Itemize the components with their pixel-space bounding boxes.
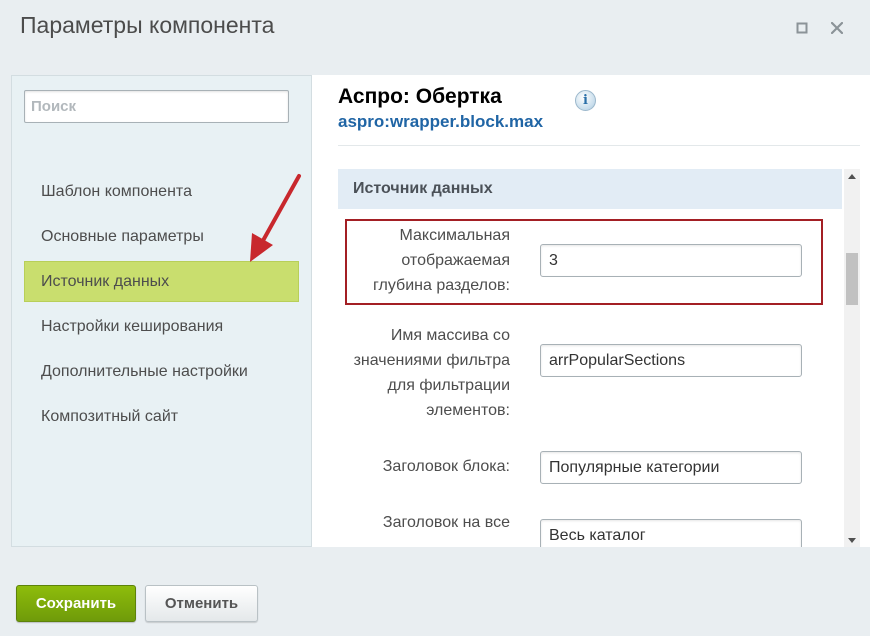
- header-divider: [338, 145, 860, 146]
- component-id: aspro:wrapper.block.max: [338, 112, 544, 131]
- all-title-input[interactable]: [540, 519, 802, 547]
- section-title: Источник данных: [338, 169, 842, 209]
- field-label-line: Заголовок блока:: [382, 458, 510, 475]
- cancel-button[interactable]: Отменить: [145, 585, 258, 622]
- field-label-line: Имя массива со: [390, 327, 510, 344]
- block-title-input[interactable]: [540, 451, 802, 484]
- scroll-up-icon[interactable]: [844, 169, 860, 183]
- info-icon[interactable]: i: [575, 90, 596, 111]
- depth-input[interactable]: [540, 244, 802, 277]
- scrollbar[interactable]: [844, 169, 860, 547]
- field-label-all-title: Заголовок на все: [350, 510, 510, 535]
- field-label-depth: Максимальная отображаемая глубина раздел…: [350, 223, 510, 298]
- field-label-line: Максимальная: [399, 227, 511, 244]
- scroll-down-icon[interactable]: [844, 533, 860, 547]
- annotation-arrow-icon: [250, 174, 301, 262]
- sidebar: Шаблон компонента Основные параметры Ист…: [11, 75, 312, 547]
- maximize-icon[interactable]: [793, 19, 811, 37]
- field-label-block-title: Заголовок блока:: [350, 454, 510, 479]
- field-label-line: отображаемая: [401, 252, 510, 269]
- field-label-line: значениями фильтра: [353, 352, 510, 369]
- dialog-title: Параметры компонента: [20, 12, 275, 38]
- field-label-line: Заголовок на все: [382, 514, 510, 531]
- sidebar-item-additional[interactable]: Дополнительные настройки: [24, 351, 299, 392]
- close-icon[interactable]: [828, 19, 846, 37]
- save-button[interactable]: Сохранить: [16, 585, 136, 622]
- field-label-line: для фильтрации: [387, 377, 510, 394]
- component-name: Аспро: Обертка: [338, 85, 502, 108]
- dialog-footer: Сохранить Отменить: [0, 565, 870, 636]
- scrollbar-thumb[interactable]: [846, 253, 858, 305]
- params-scroll-area: Источник данных Максимальная отображаема…: [338, 169, 842, 547]
- sidebar-item-caching[interactable]: Настройки кеширования: [24, 306, 299, 347]
- field-label-line: элементов:: [426, 402, 510, 419]
- filter-array-input[interactable]: [540, 344, 802, 377]
- sidebar-item-composite[interactable]: Композитный сайт: [24, 396, 299, 437]
- field-label-filter-array: Имя массива со значениями фильтра для фи…: [350, 323, 510, 423]
- search-input[interactable]: [24, 90, 289, 123]
- dialog-titlebar: Параметры компонента: [0, 0, 870, 56]
- content-panel: Аспро: Обертка aspro:wrapper.block.max i…: [312, 75, 870, 547]
- field-label-line: глубина разделов:: [373, 277, 510, 294]
